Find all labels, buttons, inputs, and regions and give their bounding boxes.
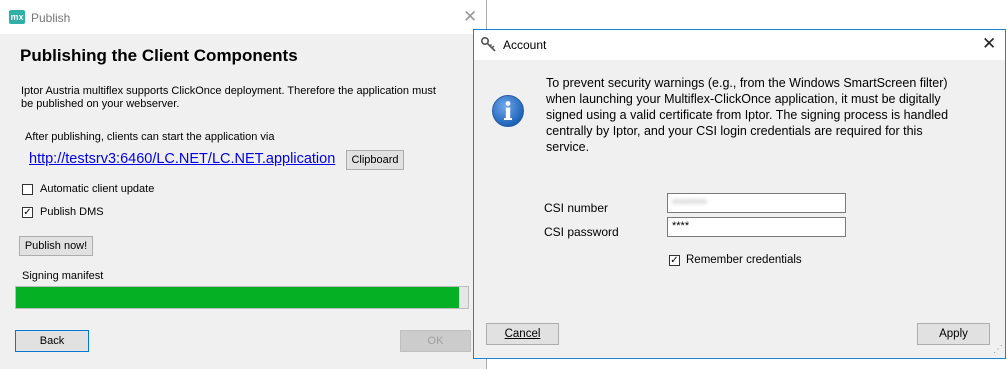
- csi-password-field[interactable]: ****: [667, 217, 846, 237]
- publish-window-title: Publish: [31, 11, 71, 25]
- check-icon: ✓: [670, 255, 679, 266]
- csi-number-field[interactable]: •••••••••: [667, 193, 846, 213]
- remember-credentials-checkbox[interactable]: ✓: [669, 255, 680, 266]
- account-message: To prevent security warnings (e.g., from…: [546, 75, 948, 155]
- account-window: Account ✕ To prevent security warnings (…: [473, 29, 1006, 359]
- apply-button[interactable]: Apply: [917, 323, 990, 345]
- csi-number-value: •••••••••: [672, 196, 707, 208]
- after-publishing-text: After publishing, clients can start the …: [25, 131, 275, 143]
- close-icon[interactable]: ✕: [982, 35, 996, 52]
- message-line-2: when launching your Multiflex-ClickOnce …: [546, 92, 941, 106]
- account-titlebar: Account ✕: [474, 30, 1005, 60]
- message-line-5: service.: [546, 140, 590, 154]
- progress-bar: [15, 286, 469, 309]
- check-icon: ✓: [23, 207, 32, 218]
- account-window-title: Account: [503, 38, 547, 52]
- message-line-3: signed using a valid certificate from Ip…: [546, 108, 949, 122]
- message-line-1: To prevent security warnings (e.g., from…: [546, 76, 948, 90]
- description-line-2: be published on your webserver.: [21, 98, 180, 110]
- back-button[interactable]: Back: [15, 330, 89, 352]
- publish-titlebar: mx Publish ✕: [0, 0, 486, 34]
- cancel-button-label: Cancel: [504, 328, 541, 340]
- publish-window: mx Publish ✕ Publishing the Client Compo…: [0, 0, 487, 369]
- info-icon: [492, 95, 524, 127]
- message-line-4: centrally by Iptor, and your CSI login c…: [546, 124, 923, 138]
- ok-button[interactable]: OK: [400, 330, 471, 352]
- remember-credentials-label: Remember credentials: [686, 254, 802, 266]
- account-key-icon: [480, 36, 496, 52]
- app-mx-icon: mx: [9, 10, 25, 24]
- status-text: Signing manifest: [22, 270, 104, 282]
- automatic-update-checkbox[interactable]: [22, 184, 33, 195]
- progress-fill: [16, 287, 459, 308]
- publish-dms-checkbox[interactable]: ✓: [22, 207, 33, 218]
- automatic-update-label: Automatic client update: [40, 183, 155, 195]
- application-url-link[interactable]: http://testsrv3:6460/LC.NET/LC.NET.appli…: [29, 151, 335, 167]
- description-line-1: Iptor Austria multiflex supports ClickOn…: [21, 85, 436, 97]
- publish-dms-label: Publish DMS: [40, 206, 104, 218]
- cancel-button[interactable]: Cancel: [486, 323, 559, 345]
- csi-password-label: CSI password: [544, 225, 619, 239]
- page-title: Publishing the Client Components: [20, 46, 298, 65]
- clipboard-button[interactable]: Clipboard: [346, 150, 404, 170]
- publish-now-button[interactable]: Publish now!: [19, 236, 93, 256]
- csi-number-label: CSI number: [544, 201, 609, 215]
- csi-password-value: ****: [672, 220, 690, 232]
- resize-grip-icon[interactable]: ⋰: [993, 344, 1003, 355]
- close-icon[interactable]: ✕: [463, 8, 477, 25]
